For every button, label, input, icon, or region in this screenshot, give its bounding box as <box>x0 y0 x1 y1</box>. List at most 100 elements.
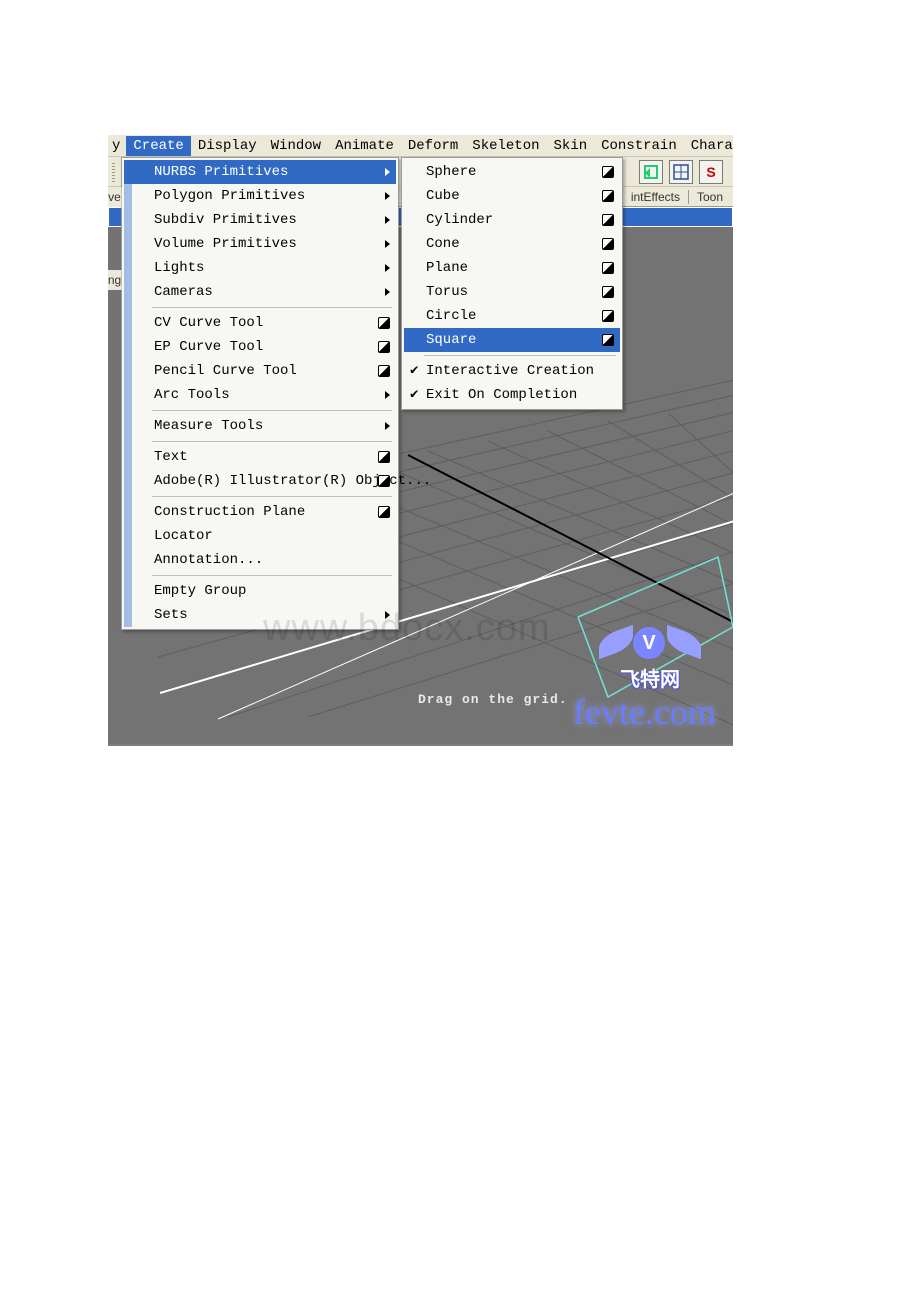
option-box-icon[interactable] <box>602 238 614 250</box>
create-volume-primitives[interactable]: Volume Primitives <box>124 232 396 256</box>
option-box-icon[interactable] <box>378 317 390 329</box>
submenu-arrow-icon <box>385 168 390 176</box>
menu-constrain[interactable]: Constrain <box>594 136 684 156</box>
wing-icon <box>599 625 633 659</box>
submenu-arrow-icon <box>385 264 390 272</box>
create-cv-curve[interactable]: CV Curve Tool <box>124 311 396 335</box>
option-box-icon[interactable] <box>378 341 390 353</box>
menu-label: Exit On Completion <box>426 386 577 404</box>
watermark-letter: V <box>633 627 665 659</box>
menu-label: Annotation... <box>154 551 263 569</box>
toolbar-button-a[interactable] <box>639 160 663 184</box>
option-box-icon[interactable] <box>378 365 390 377</box>
menu-deform[interactable]: Deform <box>401 136 465 156</box>
viewport-hint: Drag on the grid. <box>418 692 568 707</box>
nurbs-torus[interactable]: Torus <box>404 280 620 304</box>
menu-label: Volume Primitives <box>154 235 297 253</box>
create-menu: NURBS Primitives Polygon Primitives Subd… <box>121 157 399 630</box>
watermark-bdocx: www.bdocx.com <box>263 607 551 650</box>
nurbs-circle[interactable]: Circle <box>404 304 620 328</box>
menu-label: Sets <box>154 606 188 624</box>
option-box-icon[interactable] <box>378 506 390 518</box>
submenu-arrow-icon <box>385 422 390 430</box>
create-ep-curve[interactable]: EP Curve Tool <box>124 335 396 359</box>
option-box-icon[interactable] <box>378 451 390 463</box>
menu-separator <box>152 575 392 576</box>
menu-character[interactable]: Character <box>684 136 733 156</box>
option-box-icon[interactable] <box>602 214 614 226</box>
create-empty-group[interactable]: Empty Group <box>124 579 396 603</box>
nurbs-exit-on-completion[interactable]: ✔ Exit On Completion <box>404 383 620 407</box>
option-box-icon[interactable] <box>602 310 614 322</box>
create-cameras[interactable]: Cameras <box>124 280 396 304</box>
check-icon: ✔ <box>410 362 418 380</box>
menu-window[interactable]: Window <box>264 136 328 156</box>
menu-label: Interactive Creation <box>426 362 594 380</box>
layout-swap-icon <box>643 164 659 180</box>
menu-label: Circle <box>426 307 476 325</box>
submenu-arrow-icon <box>385 240 390 248</box>
toolbar-button-b[interactable] <box>669 160 693 184</box>
create-polygon-primitives[interactable]: Polygon Primitives <box>124 184 396 208</box>
menu-create[interactable]: Create <box>126 136 190 156</box>
four-view-icon <box>673 164 689 180</box>
check-icon: ✔ <box>410 386 418 404</box>
submenu-arrow-icon <box>385 192 390 200</box>
create-nurbs-primitives[interactable]: NURBS Primitives <box>124 160 396 184</box>
left-frag-b: ng <box>108 270 122 290</box>
menu-label: Construction Plane <box>154 503 305 521</box>
create-arc-tools[interactable]: Arc Tools <box>124 383 396 407</box>
menubar-clip: y <box>108 138 126 154</box>
menu-label: NURBS Primitives <box>154 163 288 181</box>
option-box-icon[interactable] <box>602 262 614 274</box>
submenu-arrow-icon <box>385 288 390 296</box>
menu-label: EP Curve Tool <box>154 338 263 356</box>
create-construction-plane[interactable]: Construction Plane <box>124 500 396 524</box>
menu-label: Plane <box>426 259 468 277</box>
create-measure-tools[interactable]: Measure Tools <box>124 414 396 438</box>
nurbs-cube[interactable]: Cube <box>404 184 620 208</box>
menu-skin[interactable]: Skin <box>547 136 595 156</box>
create-text[interactable]: Text <box>124 445 396 469</box>
menu-label: Cube <box>426 187 460 205</box>
menu-display[interactable]: Display <box>191 136 264 156</box>
nurbs-square[interactable]: Square <box>404 328 620 352</box>
main-menubar: y Create Display Window Animate Deform S… <box>108 135 733 157</box>
option-box-icon[interactable] <box>602 190 614 202</box>
menu-label: Sphere <box>426 163 476 181</box>
menu-label: Pencil Curve Tool <box>154 362 297 380</box>
nurbs-submenu: Sphere Cube Cylinder Cone Plane Torus Ci… <box>401 157 623 410</box>
toolbar-button-c[interactable]: S <box>699 160 723 184</box>
toolbar-grip <box>112 162 115 182</box>
menu-label: Cylinder <box>426 211 493 229</box>
create-locator[interactable]: Locator <box>124 524 396 548</box>
menu-label: Cameras <box>154 283 213 301</box>
menu-label: Locator <box>154 527 213 545</box>
menu-skeleton[interactable]: Skeleton <box>465 136 546 156</box>
menu-separator <box>424 355 616 356</box>
nurbs-interactive-creation[interactable]: ✔ Interactive Creation <box>404 359 620 383</box>
create-pencil-curve[interactable]: Pencil Curve Tool <box>124 359 396 383</box>
option-box-icon[interactable] <box>602 166 614 178</box>
create-lights[interactable]: Lights <box>124 256 396 280</box>
menu-label: Square <box>426 331 476 349</box>
create-subdiv-primitives[interactable]: Subdiv Primitives <box>124 208 396 232</box>
nurbs-cone[interactable]: Cone <box>404 232 620 256</box>
option-box-icon[interactable] <box>602 286 614 298</box>
create-annotation[interactable]: Annotation... <box>124 548 396 572</box>
shelf-tab-painteffects[interactable]: intEffects <box>622 190 680 204</box>
option-box-icon[interactable] <box>378 475 390 487</box>
shelf-tab-toon[interactable]: Toon <box>688 190 723 204</box>
menu-animate[interactable]: Animate <box>328 136 401 156</box>
nurbs-cylinder[interactable]: Cylinder <box>404 208 620 232</box>
submenu-arrow-icon <box>385 391 390 399</box>
menu-separator <box>152 307 392 308</box>
menu-separator <box>152 496 392 497</box>
option-box-icon[interactable] <box>602 334 614 346</box>
watermark-cn: 飞特网 <box>605 663 695 692</box>
nurbs-sphere[interactable]: Sphere <box>404 160 620 184</box>
menu-label: Lights <box>154 259 204 277</box>
menu-separator <box>152 441 392 442</box>
create-ai-object[interactable]: Adobe(R) Illustrator(R) Object... <box>124 469 396 493</box>
nurbs-plane[interactable]: Plane <box>404 256 620 280</box>
